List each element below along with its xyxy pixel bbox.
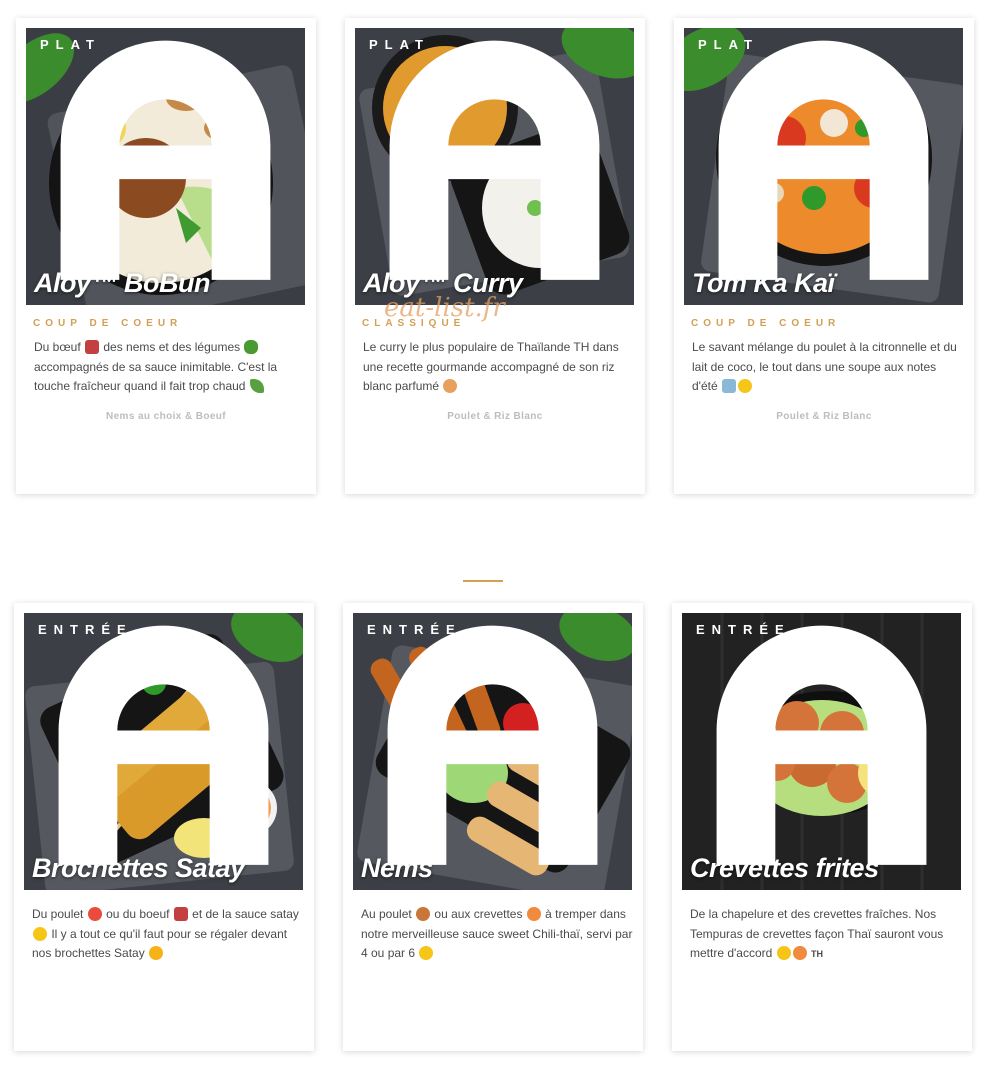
watermark: eat-list.fr <box>384 293 505 323</box>
drumstick-emoji-icon <box>416 907 431 921</box>
dish-description: De la chapelure et des crevettes fraîche… <box>690 907 944 960</box>
dish-subtitle: Poulet & Riz Blanc <box>776 411 872 422</box>
dish-subtitle: Poulet & Riz Blanc <box>447 411 543 422</box>
section-divider <box>463 580 503 582</box>
steak-emoji-icon <box>173 907 188 921</box>
sun-emoji-icon <box>738 379 752 393</box>
beach-emoji-icon <box>722 379 736 393</box>
dish-photo: PLAT Tom Ka Kaï <box>684 28 963 305</box>
dish-photo: ENTRÉE Brochettes Satay <box>24 613 303 890</box>
dish-description: Du poulet ou du boeuf et de la sauce sat… <box>32 907 299 960</box>
menu-card-satay[interactable]: ENTRÉE Brochettes Satay Du poulet ou du … <box>14 603 314 1051</box>
smile-emoji-icon <box>419 946 434 960</box>
menu-card-nems[interactable]: ENTRÉE Nems Au poulet ou aux crevettes à… <box>343 603 643 1051</box>
dish-description: Le curry le plus populaire de Thaïlande … <box>363 340 619 393</box>
heart-eyes-emoji-icon <box>149 946 164 960</box>
brand-logo-icon <box>387 625 598 865</box>
brand-logo-icon <box>716 625 927 865</box>
rice-emoji-icon <box>443 379 458 393</box>
menu-card-curry[interactable]: PLAT Aloy™ Curry CLASSIQUE Le curry le p… <box>345 18 645 494</box>
chicken-emoji-icon <box>87 907 102 921</box>
brand-logo-icon <box>718 40 929 280</box>
menu-card-tomkakai[interactable]: PLAT Tom Ka Kaï COUP DE COEUR Le savant … <box>674 18 974 494</box>
dish-description: Le savant mélange du poulet à la citronn… <box>692 340 957 393</box>
dish-photo: ENTRÉE Crevettes frites <box>682 613 961 890</box>
dish-photo: ENTRÉE Nems <box>353 613 632 890</box>
leaf-emoji-icon <box>249 379 264 393</box>
smile-emoji-icon <box>776 946 791 960</box>
brand-logo-icon <box>58 625 269 865</box>
tag-label: COUP DE COEUR <box>33 318 183 329</box>
shrimp-emoji-icon <box>792 946 807 960</box>
cucumber-emoji-icon <box>244 340 259 354</box>
brand-logo-icon <box>60 40 271 280</box>
dish-subtitle: Nems au choix & Boeuf <box>105 411 227 422</box>
steak-emoji-icon <box>85 340 100 354</box>
dish-description: Au poulet ou aux crevettes à tremper dan… <box>361 907 633 960</box>
menu-card-bobun[interactable]: PLAT Aloy™ BoBun COUP DE COEUR Du bœuf d… <box>16 18 316 494</box>
smile-emoji-icon <box>33 926 47 941</box>
brand-logo-icon <box>389 40 600 280</box>
dish-photo: PLAT Aloy™ Curry <box>355 28 634 305</box>
tag-label: COUP DE COEUR <box>691 318 841 329</box>
shrimp-emoji-icon <box>526 907 541 921</box>
dish-photo: PLAT Aloy™ BoBun <box>26 28 305 305</box>
dish-description: Du bœuf des nems et des légumes accompag… <box>34 340 278 393</box>
menu-card-crevettes[interactable]: ENTRÉE Crevettes frites De la chapelure … <box>672 603 972 1051</box>
